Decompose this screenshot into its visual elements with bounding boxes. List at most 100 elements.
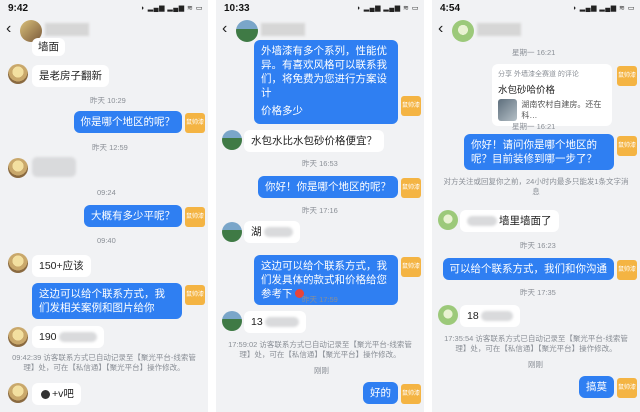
message-text: 可以给个联系方式，我们和你沟通	[449, 263, 608, 275]
contact-avatar[interactable]	[8, 158, 28, 178]
post-thumbnail	[498, 99, 518, 121]
timestamp: 昨天 17:59	[302, 295, 338, 304]
status-time: 9:42	[8, 3, 29, 14]
outgoing-message: 外墙漆有多个系列，性能优异。有喜欢风格可以联系我们，将免费为您进行方案设计 价格…	[254, 40, 398, 124]
message-text: +v吧	[52, 388, 74, 400]
chat-panel-1: 9:42 ◗ ▂▄▆ ▂▄▆ ≋ ▭ ‹ 墙面 是老房子翻新 昨天 10:29 …	[0, 0, 208, 412]
emoji-icon	[41, 389, 50, 399]
timestamp: 09:40	[97, 236, 116, 245]
message-text: 好的	[370, 387, 391, 399]
status-time: 4:54	[440, 3, 461, 14]
incoming-message: 190	[32, 326, 104, 348]
timestamp: 昨天 17:16	[302, 206, 338, 215]
timestamp: 星期一 16:21	[512, 48, 556, 57]
contact-avatar[interactable]	[8, 253, 28, 273]
system-notice: 17:35:54 访客联系方式已自动记录至【聚光平台-线索管理】处，可在【私信通…	[444, 334, 628, 353]
contact-avatar[interactable]	[438, 305, 458, 325]
status-time: 10:33	[224, 3, 250, 14]
message-text: 你是哪个地区的呢？	[80, 116, 176, 128]
my-avatar[interactable]: 鼠帅漆	[617, 378, 637, 398]
phone-blurred	[264, 317, 299, 327]
message-text: 你好！请问你是哪个地区的呢？目前装修到哪一步了？	[471, 139, 597, 165]
status-bar: 4:54 ◗ ▂▄▆ ▂▄▆ ≋ ▭	[432, 0, 640, 18]
my-avatar[interactable]: 鼠帅漆	[401, 257, 421, 277]
chat-panel-2: 10:33 ◗ ▂▄▆ ▂▄▆ ≋ ▭ ‹ 外墙漆有多个系列，性能优异。有喜欢风…	[216, 0, 424, 412]
message-text: 13	[251, 316, 263, 328]
timestamp: 昨天 17:35	[520, 288, 556, 297]
timestamp: 刚刚	[314, 366, 329, 375]
system-notice: 17:59:02 访客联系方式已自动记录至【聚光平台-线索管理】处，可在【私信通…	[228, 340, 412, 359]
message-text: 湖	[251, 226, 262, 238]
phone-blurred	[480, 311, 513, 321]
signal-wifi-battery-icon: ◗ ▂▄▆ ▂▄▆ ≋ ▭	[356, 5, 419, 12]
message-text: 这边可以给个联系方式，我们发相关案例和图片给你	[39, 288, 165, 314]
contact-avatar[interactable]	[8, 327, 28, 347]
contact-avatar[interactable]	[452, 20, 474, 42]
message-text: 190	[39, 331, 57, 343]
chat-header: ‹	[0, 18, 208, 44]
contact-avatar[interactable]	[438, 210, 458, 230]
my-avatar[interactable]: 鼠帅漆	[185, 207, 205, 227]
signal-wifi-battery-icon: ◗ ▂▄▆ ▂▄▆ ≋ ▭	[140, 5, 203, 12]
shared-comment-card[interactable]: 分享 外墙漆全赛道 的评论 水包砂哈价格 湖南农村自建房。还在科…	[492, 64, 612, 126]
message-text: 搞莫	[586, 381, 607, 393]
my-avatar[interactable]: 鼠帅漆	[185, 285, 205, 305]
back-arrow-icon[interactable]: ‹	[6, 20, 11, 38]
outgoing-message: 这边可以给个联系方式，我们发相关案例和图片给你	[32, 283, 182, 319]
incoming-message: +v吧	[32, 383, 81, 405]
my-avatar[interactable]: 鼠帅漆	[185, 113, 205, 133]
phone-blurred	[58, 332, 97, 342]
back-arrow-icon[interactable]: ‹	[222, 20, 227, 38]
my-avatar[interactable]: 鼠帅漆	[401, 96, 421, 116]
text-blurred	[263, 227, 293, 237]
back-arrow-icon[interactable]: ‹	[438, 20, 443, 38]
contact-avatar[interactable]	[222, 311, 242, 331]
contact-avatar[interactable]	[222, 222, 242, 242]
outgoing-message: 可以给个联系方式，我们和你沟通	[442, 258, 614, 280]
card-post-title: 湖南农村自建房。还在科…	[521, 100, 602, 120]
contact-avatar[interactable]	[236, 20, 258, 42]
my-avatar[interactable]: 鼠帅漆	[617, 260, 637, 280]
my-avatar[interactable]: 鼠帅漆	[401, 178, 421, 198]
contact-avatar[interactable]	[8, 64, 28, 84]
incoming-message: 水包水比水包砂价格便宜？	[244, 130, 384, 152]
message-text: 价格多少	[261, 105, 303, 117]
timestamp: 昨天 16:53	[302, 159, 338, 168]
outgoing-message: 你是哪个地区的呢？	[73, 111, 182, 133]
status-bar: 9:42 ◗ ▂▄▆ ▂▄▆ ≋ ▭	[0, 0, 208, 18]
outgoing-message: 你好！你是哪个地区的呢？	[258, 176, 398, 198]
incoming-message: 墙里墙面了	[460, 210, 559, 232]
incoming-message: 150+应该	[32, 255, 91, 277]
message-text: 墙里墙面了	[499, 215, 552, 227]
incoming-message: 18	[460, 305, 520, 327]
message-text: 墙面	[38, 41, 59, 53]
card-source: 分享 外墙漆全赛道 的评论	[498, 71, 579, 78]
incoming-message: 是老房子翻新	[32, 65, 109, 87]
outgoing-message: 搞莫	[579, 376, 614, 398]
incoming-message: 湖	[244, 221, 300, 243]
timestamp: 09:24	[97, 188, 116, 197]
incoming-message: 13	[244, 311, 306, 333]
message-text: 150+应该	[39, 260, 84, 272]
signal-wifi-battery-icon: ◗ ▂▄▆ ▂▄▆ ≋ ▭	[572, 5, 635, 12]
my-avatar[interactable]: 鼠帅漆	[617, 66, 637, 86]
incoming-message: 墙面	[32, 38, 65, 56]
incoming-message-blurred	[32, 157, 76, 177]
message-text: 是老房子翻新	[39, 70, 102, 82]
panel-separator	[424, 0, 432, 412]
status-bar: 10:33 ◗ ▂▄▆ ▂▄▆ ≋ ▭	[216, 0, 424, 18]
text-blurred	[467, 216, 497, 226]
card-comment: 水包砂哈价格	[498, 85, 556, 96]
contact-avatar[interactable]	[222, 130, 242, 150]
outgoing-message: 你好！请问你是哪个地区的呢？目前装修到哪一步了？	[464, 134, 614, 170]
timestamp: 刚刚	[528, 360, 543, 369]
my-avatar[interactable]: 鼠帅漆	[401, 384, 421, 404]
contact-name-blurred	[477, 23, 521, 36]
timestamp: 昨天 12:59	[92, 143, 128, 152]
timestamp: 昨天 16:23	[520, 241, 556, 250]
chat-header: ‹	[432, 18, 640, 44]
my-avatar[interactable]: 鼠帅漆	[617, 136, 637, 156]
contact-avatar[interactable]	[8, 383, 28, 403]
chat-panel-3: 4:54 ◗ ▂▄▆ ▂▄▆ ≋ ▭ ‹ 星期一 16:21 分享 外墙漆全赛道…	[432, 0, 640, 412]
message-text: 水包水比水包砂价格便宜？	[251, 135, 377, 147]
